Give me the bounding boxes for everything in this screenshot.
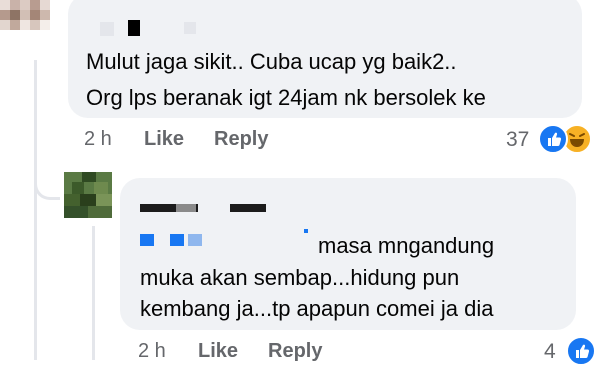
comment-text-line: Mulut jaga sikit.. Cuba ucap yg baik2..: [86, 49, 457, 74]
reaction-count[interactable]: 37: [506, 128, 529, 152]
redacted-author-name: [128, 20, 140, 36]
comment-timestamp[interactable]: 2 h: [84, 128, 112, 151]
reply-button[interactable]: Reply: [214, 128, 268, 151]
avatar[interactable]: [64, 172, 112, 218]
comment-text-line: muka akan sembap...hidung pun: [140, 265, 460, 290]
redacted-mention[interactable]: [188, 234, 202, 246]
reaction-count[interactable]: 4: [544, 340, 556, 364]
redacted-mention[interactable]: [304, 229, 308, 233]
comment-text-line: Org lps beranak igt 24jam nk bersolek ke: [86, 85, 486, 110]
comment-text-line: kembang ja...tp apapun comei ja dia: [140, 296, 494, 321]
redacted-author-name: [184, 22, 196, 34]
redacted-author-name: [176, 204, 196, 212]
redacted-author-name: [100, 22, 114, 36]
redacted-author-name: [230, 204, 266, 212]
thread-line-reply: [92, 226, 95, 360]
redacted-mention[interactable]: [170, 234, 184, 246]
like-button[interactable]: Like: [144, 128, 184, 151]
reply-connector: [34, 166, 60, 200]
like-icon: [566, 336, 596, 366]
redacted-mention[interactable]: [140, 234, 154, 246]
comment-text-line: masa mngandung: [318, 233, 495, 258]
like-icon: [538, 124, 568, 154]
avatar[interactable]: [0, 0, 50, 30]
thread-line: [34, 60, 37, 360]
